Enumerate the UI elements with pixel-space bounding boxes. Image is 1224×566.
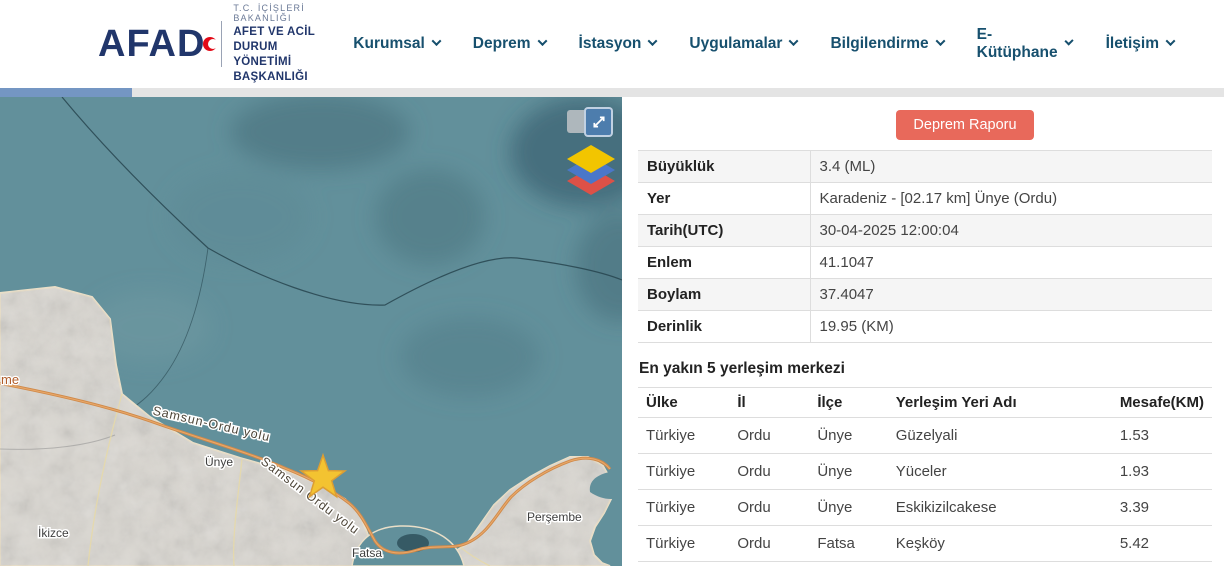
nav-item-kurumsal[interactable]: Kurumsal — [353, 26, 440, 62]
table-row: Boylam 37.4047 — [638, 279, 1212, 311]
earthquake-map[interactable]: me Samsun-Ordu yolu Samsun Ordu yolu Üny… — [0, 97, 622, 566]
chevron-down-icon — [1166, 36, 1176, 46]
map-layers-button[interactable] — [564, 143, 618, 199]
basemap-svg: me Samsun-Ordu yolu Samsun Ordu yolu Üny… — [0, 97, 622, 566]
map-label-unye: Ünye — [205, 455, 233, 469]
deprem-raporu-button[interactable]: Deprem Raporu — [896, 110, 1033, 140]
chevron-down-icon — [537, 36, 547, 46]
earthquake-detail-panel: Deprem Raporu Büyüklük 3.4 (ML) Yer Kara… — [622, 97, 1224, 566]
table-row: Türkiye Ordu Fatsa Keşköy 5.42 — [638, 526, 1212, 562]
map-label-fatsa: Fatsa — [352, 546, 382, 560]
map-label-ikizce: İkizce — [38, 526, 69, 540]
ministry-text: T.C. İÇİŞLERİ BAKANLIĞI AFET VE ACİL DUR… — [233, 3, 353, 85]
layers-icon — [564, 143, 618, 199]
nav-item-e-kutuphane[interactable]: E-Kütüphane — [977, 26, 1073, 62]
chevron-down-icon — [789, 36, 799, 46]
site-header: AFAD T.C. İÇİŞLERİ BAKANLIĞI AFET VE ACİ… — [0, 0, 1224, 88]
table-row: Yer Karadeniz - [02.17 km] Ünye (Ordu) — [638, 183, 1212, 215]
chevron-down-icon — [935, 36, 945, 46]
table-row: Tarih(UTC) 30-04-2025 12:00:04 — [638, 215, 1212, 247]
chevron-down-icon — [648, 36, 658, 46]
expand-arrows-icon — [592, 115, 606, 129]
nav-item-bilgilendirme[interactable]: Bilgilendirme — [830, 26, 943, 62]
map-label-persembe: Perşembe — [527, 510, 582, 524]
scroll-progress-bar — [0, 88, 1224, 97]
nav-item-istasyon[interactable]: İstasyon — [579, 26, 657, 62]
nav-item-iletisim[interactable]: İletişim — [1106, 26, 1174, 62]
chevron-down-icon — [1065, 36, 1074, 45]
main-navigation: Kurumsal Deprem İstasyon Uygulamalar Bil… — [353, 26, 1224, 62]
map-fullscreen-button[interactable] — [584, 107, 613, 137]
table-row: Türkiye Ordu Ünye Yüceler 1.93 — [638, 454, 1212, 490]
scroll-progress-fill — [0, 88, 132, 97]
table-row: Enlem 41.1047 — [638, 247, 1212, 279]
nearest-settlements-title: En yakın 5 yerleşim merkezi — [639, 360, 1212, 378]
table-row: Derinlik 19.95 (KM) — [638, 311, 1212, 343]
table-row: Türkiye Ordu Ünye Eskikizilcakese 3.39 — [638, 490, 1212, 526]
nearest-settlements-table: Ülke İl İlçe Yerleşim Yeri Adı Mesafe(KM… — [638, 387, 1212, 562]
table-row: Türkiye Ordu Ünye Güzelyali 1.53 — [638, 418, 1212, 454]
chevron-down-icon — [431, 36, 441, 46]
afad-logo[interactable]: AFAD T.C. İÇİŞLERİ BAKANLIĞI AFET VE ACİ… — [98, 3, 353, 85]
table-header-row: Ülke İl İlçe Yerleşim Yeri Adı Mesafe(KM… — [638, 388, 1212, 418]
earthquake-details-table: Büyüklük 3.4 (ML) Yer Karadeniz - [02.17… — [638, 150, 1212, 343]
table-row: Büyüklük 3.4 (ML) — [638, 151, 1212, 183]
logo-divider — [221, 21, 222, 67]
nav-item-uygulamalar[interactable]: Uygulamalar — [689, 26, 797, 62]
map-label-partial: me — [1, 372, 19, 387]
nav-item-deprem[interactable]: Deprem — [473, 26, 546, 62]
afad-wordmark: AFAD — [98, 25, 205, 63]
